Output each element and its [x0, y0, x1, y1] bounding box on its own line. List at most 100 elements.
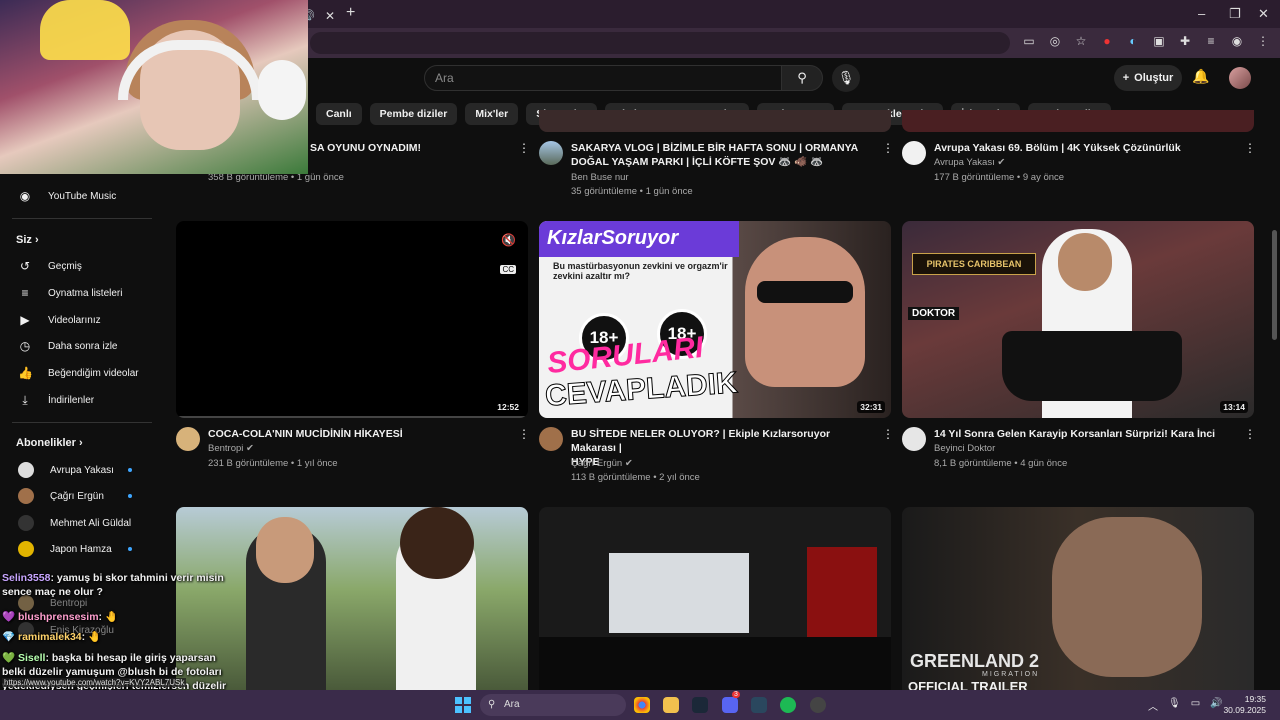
extension-blue-icon[interactable]: ◐ — [1126, 34, 1140, 48]
steam-app-icon[interactable] — [751, 697, 767, 713]
create-label: Oluştur — [1134, 72, 1174, 84]
extension-red-icon[interactable]: ● — [1100, 34, 1114, 48]
clock[interactable]: 19:35 30.09.2025 — [1223, 694, 1266, 716]
search-button[interactable]: ⚲ — [781, 65, 823, 91]
star-icon[interactable]: ☆ — [1074, 34, 1088, 48]
video-thumbnail[interactable] — [539, 507, 891, 690]
channel-avatar[interactable] — [539, 141, 563, 165]
voice-search-button[interactable]: 🎙 — [832, 64, 860, 92]
more-options-icon[interactable]: ⋮ — [1244, 427, 1256, 441]
chrome-app-icon[interactable] — [634, 697, 650, 713]
close-window-button[interactable]: ✕ — [1258, 6, 1269, 22]
channel-avatar[interactable] — [176, 427, 200, 451]
address-bar[interactable] — [310, 32, 1010, 54]
clock-date: 30.09.2025 — [1223, 705, 1266, 715]
channel-name[interactable]: Avrupa Yakası ✔ — [934, 156, 1005, 170]
search-input[interactable]: Ara — [424, 65, 782, 91]
create-button[interactable]: + Oluştur — [1114, 65, 1182, 91]
volume-icon[interactable]: 🔊 — [1210, 698, 1222, 713]
sidebar-you-header[interactable]: Siz › — [16, 234, 39, 246]
video-title[interactable]: SA OYUNU OYNADIM! — [310, 141, 610, 155]
video-thumbnail-preview[interactable]: 🔇 CC 12:52 — [176, 221, 528, 418]
menu-icon[interactable]: ⋮ — [1256, 34, 1270, 48]
sidebar-item-downloads[interactable]: ⤓ İndirilenler — [0, 388, 150, 412]
spotify-app-icon[interactable] — [780, 697, 796, 713]
video-meta: 113 B görüntüleme • 2 yıl önce — [571, 472, 700, 483]
video-title[interactable]: Avrupa Yakası 69. Bölüm | 4K Yüksek Çözü… — [934, 141, 1234, 155]
channel-name[interactable]: Beyinci Doktor — [934, 442, 995, 456]
more-options-icon[interactable]: ⋮ — [882, 427, 894, 441]
more-options-icon[interactable]: ⋮ — [518, 427, 530, 441]
cast-icon[interactable]: ▭ — [1022, 34, 1036, 48]
channel-name[interactable]: Çağrı Ergün ✔ — [571, 457, 633, 471]
mic-icon[interactable]: 🎙 — [1168, 698, 1181, 713]
steam-app-icon[interactable] — [692, 697, 708, 713]
thumbnail-face — [256, 517, 314, 583]
video-thumbnail[interactable] — [902, 110, 1254, 132]
eye-off-icon[interactable]: ◎ — [1048, 34, 1062, 48]
chip-soap-operas[interactable]: Pembe diziler — [369, 103, 458, 125]
channel-avatar[interactable] — [539, 427, 563, 451]
captions-icon[interactable]: CC — [500, 265, 516, 274]
video-thumbnail[interactable]: KızlarSoruyor Bu mastürbasyonun zevkini … — [539, 221, 891, 418]
channel-avatar[interactable] — [902, 141, 926, 165]
profile-icon[interactable]: ◉ — [1230, 34, 1244, 48]
chip-live[interactable]: Canlı — [316, 103, 362, 125]
more-options-icon[interactable]: ⋮ — [518, 141, 530, 155]
history-icon: ↺ — [19, 259, 31, 273]
chevron-up-icon[interactable]: ︿ — [1148, 698, 1158, 713]
channel-name[interactable]: Ben Buse nur — [571, 171, 629, 185]
obs-app-icon[interactable] — [810, 697, 826, 713]
video-title[interactable]: COCA-COLA'NIN MUCİDİNİN HİKAYESİ — [208, 427, 508, 441]
new-tab-button[interactable]: + — [346, 4, 355, 22]
chip-mixes[interactable]: Mix'ler — [465, 103, 519, 125]
sidebar-item-label: Avrupa Yakası — [50, 464, 114, 476]
video-title[interactable]: 14 Yıl Sonra Gelen Karayip Korsanları Sü… — [934, 427, 1234, 441]
windows-start-icon[interactable] — [455, 697, 471, 713]
toolbar-icons: ▭ ◎ ☆ ● ◐ ▣ ✚ ≡ ◉ ⋮ — [1022, 34, 1270, 48]
sidebar-item-playlists[interactable]: ≡ Oynatma listeleri — [0, 281, 150, 305]
sidebar-sub-item[interactable]: Mehmet Ali Güldal — [0, 511, 150, 535]
sidebar-item-history[interactable]: ↺ Geçmiş — [0, 254, 150, 278]
maximize-button[interactable]: ❐ — [1229, 6, 1241, 22]
notifications-bell-icon[interactable]: 🔔 — [1192, 68, 1209, 85]
minimize-button[interactable]: – — [1198, 6, 1205, 21]
search-icon: ⚲ — [488, 699, 496, 710]
puzzle-icon[interactable]: ✚ — [1178, 34, 1192, 48]
you-header-label: Siz — [16, 234, 32, 246]
discord-app-icon[interactable]: 3 — [722, 691, 740, 713]
sidebar-item-label: Videolarınız — [48, 314, 101, 326]
sidebar-item-watch-later[interactable]: ◷ Daha sonra izle — [0, 334, 150, 358]
sidebar-subscriptions-header[interactable]: Abonelikler › — [16, 437, 83, 449]
tab-search-icon[interactable]: ≡ — [1204, 34, 1218, 48]
network-icon[interactable]: ▭ — [1191, 698, 1200, 713]
sidebar-item-youtube-music[interactable]: ◉ YouTube Music — [0, 184, 150, 208]
sidebar-item-your-videos[interactable]: ▶ Videolarınız — [0, 308, 150, 332]
video-title[interactable]: SAKARYA VLOG | BİZİMLE BİR HAFTA SONU | … — [571, 141, 871, 169]
thumbnail-person — [745, 237, 865, 387]
channel-name-text: Çağrı Ergün — [571, 458, 623, 469]
page-scrollbar[interactable] — [1272, 230, 1277, 340]
channel-name-text: Bentropi — [208, 443, 244, 454]
sidebar-item-liked-videos[interactable]: 👍 Beğendiğim videolar — [0, 361, 150, 385]
mute-icon[interactable]: 🔇 — [501, 233, 516, 247]
clock-time: 19:35 — [1244, 694, 1266, 704]
more-options-icon[interactable]: ⋮ — [1244, 141, 1256, 155]
taskbar-search[interactable]: ⚲ Ara — [480, 694, 626, 716]
file-explorer-icon[interactable] — [663, 697, 679, 713]
chat-text: : 🤚 — [98, 611, 119, 623]
channel-name[interactable]: Bentropi ✔ — [208, 442, 254, 456]
more-options-icon[interactable]: ⋮ — [882, 141, 894, 155]
heart-icon: 💜 — [2, 611, 16, 623]
video-thumbnail[interactable]: GREENLAND 2 MIGRATION OFFICIAL TRAILER — [902, 507, 1254, 690]
account-avatar[interactable] — [1229, 67, 1251, 89]
channel-name-text: Avrupa Yakası — [934, 157, 995, 168]
chat-text: : 🤚 — [81, 631, 102, 643]
search-icon: ⚲ — [797, 70, 807, 85]
channel-avatar[interactable] — [902, 427, 926, 451]
preview-progress[interactable] — [176, 416, 528, 418]
extension-icon[interactable]: ▣ — [1152, 34, 1166, 48]
video-thumbnail[interactable]: PIRATES CARIBBEAN DOKTOR 13:14 — [902, 221, 1254, 418]
tab-close-icon[interactable]: ✕ — [325, 9, 335, 23]
video-thumbnail[interactable] — [539, 110, 891, 132]
